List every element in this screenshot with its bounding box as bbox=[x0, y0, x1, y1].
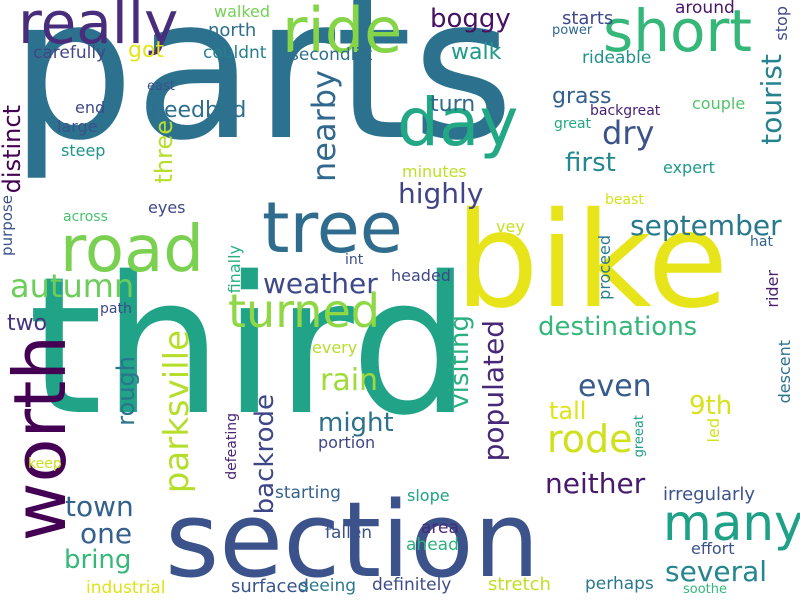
word-descent: descent bbox=[775, 340, 794, 404]
word-9th: 9th bbox=[689, 391, 733, 421]
word-turn: turn bbox=[430, 92, 476, 117]
word-large: large bbox=[57, 117, 98, 136]
word-needbad: needbad bbox=[150, 98, 247, 123]
word-fallen: fallen bbox=[325, 523, 373, 543]
word-visiting: visiting bbox=[445, 315, 475, 409]
word-rider: rider bbox=[763, 270, 782, 308]
word-first: first bbox=[565, 148, 616, 178]
word-dry: dry bbox=[602, 114, 655, 152]
word-autumn: autumn bbox=[10, 267, 135, 305]
word-bring: bring bbox=[64, 545, 132, 575]
word-perhaps: perhaps bbox=[585, 574, 654, 594]
word-walked: walked bbox=[214, 2, 271, 21]
word-defeating: defeating bbox=[224, 413, 240, 480]
word-proceed: proceed bbox=[595, 235, 614, 300]
word-stretch: stretch bbox=[488, 574, 551, 595]
word-greeat: greeat bbox=[632, 415, 647, 458]
word-expert: expert bbox=[663, 158, 715, 177]
word-one: one bbox=[80, 517, 133, 550]
word-starting: starting bbox=[275, 483, 341, 503]
word-three: three bbox=[150, 120, 178, 184]
word-stop: stop bbox=[772, 6, 791, 41]
word-keep: keep bbox=[28, 456, 62, 472]
word-portion: portion bbox=[318, 433, 376, 452]
word-walk: walk bbox=[451, 40, 502, 65]
word-tall: tall bbox=[549, 397, 587, 425]
word-secondlift: secondlift bbox=[290, 45, 373, 65]
word-parksville: parksville bbox=[157, 330, 197, 494]
word-weather: weather bbox=[263, 267, 378, 300]
word-path: path bbox=[100, 301, 132, 317]
word-around: around bbox=[675, 0, 735, 18]
word-effort: effort bbox=[691, 539, 735, 558]
word-even: even bbox=[578, 369, 652, 404]
word-cloud: parts third section bike worth road tree really… bbox=[0, 0, 800, 600]
word-north: north bbox=[208, 20, 257, 41]
word-couple: couple bbox=[692, 94, 746, 113]
word-two: two bbox=[7, 311, 48, 336]
word-tree: tree bbox=[262, 187, 403, 269]
word-eyes: eyes bbox=[148, 198, 186, 217]
word-steep: steep bbox=[61, 141, 106, 160]
word-couldnt: couldnt bbox=[203, 43, 267, 63]
word-int: int bbox=[345, 252, 364, 268]
word-power: power bbox=[552, 23, 593, 38]
word-distinct: distinct bbox=[0, 105, 26, 194]
word-industrial: industrial bbox=[86, 578, 166, 598]
word-rain: rain bbox=[320, 363, 379, 398]
word-hat: hat bbox=[750, 234, 773, 250]
word-rough: rough bbox=[112, 356, 140, 426]
word-rode: rode bbox=[547, 417, 633, 461]
word-great: great bbox=[554, 116, 592, 132]
word-populated: populated bbox=[477, 320, 510, 462]
word-ahead: ahead bbox=[406, 535, 459, 555]
word-carefully: carefully bbox=[33, 43, 107, 63]
word-beast: beast bbox=[605, 192, 644, 208]
word-soothe: soothe bbox=[683, 582, 728, 597]
word-seeing: seeing bbox=[300, 576, 357, 596]
word-nearby: nearby bbox=[305, 70, 343, 182]
word-end: end bbox=[75, 98, 106, 117]
word-finally: finally bbox=[225, 245, 244, 294]
word-backgreat: backgreat bbox=[590, 103, 661, 119]
word-highly: highly bbox=[398, 177, 484, 210]
word-destinations: destinations bbox=[538, 312, 698, 342]
word-neither: neither bbox=[545, 467, 646, 500]
word-east: east bbox=[147, 79, 175, 94]
word-across: across bbox=[63, 209, 108, 225]
word-surfaced: surfaced bbox=[231, 576, 309, 597]
word-every: every bbox=[312, 338, 358, 357]
word-tourist: tourist bbox=[755, 54, 788, 145]
word-boggy: boggy bbox=[430, 4, 511, 34]
word-rideable: rideable bbox=[582, 48, 652, 68]
word-headed: headed bbox=[391, 266, 451, 285]
word-definitely: definitely bbox=[372, 575, 452, 595]
word-vey: vey bbox=[496, 217, 525, 236]
word-led: led bbox=[704, 418, 723, 443]
word-slope: slope bbox=[407, 486, 450, 505]
word-got: got bbox=[128, 38, 165, 63]
word-purpose: purpose bbox=[0, 195, 16, 256]
word-minutes: minutes bbox=[402, 162, 467, 181]
word-irregularly: irregularly bbox=[663, 484, 756, 505]
